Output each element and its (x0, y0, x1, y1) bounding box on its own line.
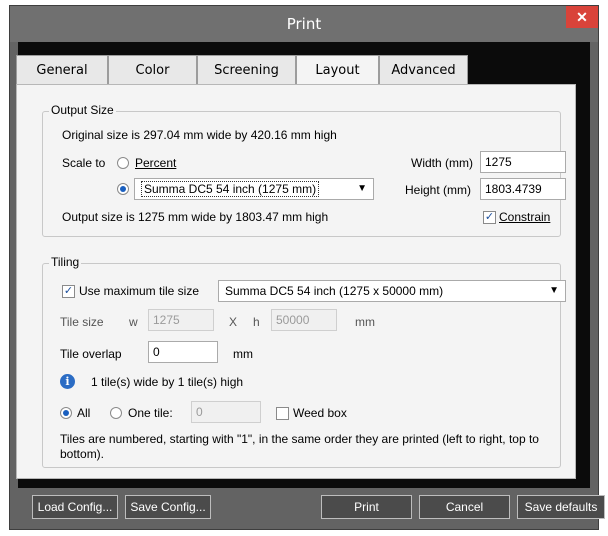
title-bar[interactable]: Print ✕ (10, 6, 598, 42)
tab-layout[interactable]: Layout (296, 55, 379, 85)
output-size-legend: Output Size (49, 103, 116, 117)
tiling-note-line2: bottom). (60, 447, 105, 461)
weed-box-checkbox[interactable] (276, 407, 289, 420)
one-tile-radio[interactable] (110, 407, 122, 419)
percent-label[interactable]: Percent (135, 156, 176, 170)
constrain-label[interactable]: Constrain (499, 210, 550, 224)
tab-screening[interactable]: Screening (197, 55, 296, 85)
weed-box-label[interactable]: Weed box (293, 406, 347, 420)
output-size-text: Output size is 1275 mm wide by 1803.47 m… (62, 210, 329, 224)
tile-overlap-unit: mm (233, 347, 253, 361)
tile-size-select-value: Summa DC5 54 inch (1275 x 50000 mm) (225, 284, 444, 298)
use-max-tile-checkbox[interactable]: ✓ (62, 285, 75, 298)
print-button[interactable]: Print (321, 495, 412, 519)
one-tile-field[interactable]: 0 (191, 401, 261, 423)
tab-advanced[interactable]: Advanced (379, 55, 468, 85)
device-select[interactable]: Summa DC5 54 inch (1275 mm) ▼ (134, 178, 374, 200)
layout-panel: Output Size Original size is 297.04 mm w… (16, 84, 576, 479)
use-max-tile-label[interactable]: Use maximum tile size (79, 284, 199, 298)
scale-to-label: Scale to (62, 156, 106, 170)
tile-width-label: w (129, 315, 138, 329)
tiling-note-line1: Tiles are numbered, starting with "1", i… (60, 432, 539, 446)
tile-size-unit: mm (355, 315, 375, 329)
tile-height-label: h (253, 315, 260, 329)
device-select-value: Summa DC5 54 inch (1275 mm) (141, 181, 320, 197)
tile-overlap-field[interactable]: 0 (148, 341, 218, 363)
width-field[interactable]: 1275 (480, 151, 566, 173)
save-config-button[interactable]: Save Config... (125, 495, 211, 519)
device-radio[interactable] (117, 183, 129, 195)
tile-size-select[interactable]: Summa DC5 54 inch (1275 x 50000 mm) ▼ (218, 280, 566, 302)
tile-width-field[interactable]: 1275 (148, 309, 214, 331)
tiling-legend: Tiling (49, 255, 82, 269)
original-size-text: Original size is 297.04 mm wide by 420.1… (62, 128, 337, 142)
tile-overlap-label: Tile overlap (60, 347, 122, 361)
load-config-button[interactable]: Load Config... (32, 495, 118, 519)
tile-count-text: 1 tile(s) wide by 1 tile(s) high (91, 375, 244, 389)
tile-size-label: Tile size (60, 315, 104, 329)
tile-x-label: X (229, 315, 238, 329)
close-button[interactable]: ✕ (566, 6, 598, 28)
tile-height-field[interactable]: 50000 (271, 309, 337, 331)
window-title: Print (286, 15, 322, 33)
height-label: Height (mm) (405, 183, 472, 197)
tab-color[interactable]: Color (108, 55, 197, 85)
all-tiles-label[interactable]: All (77, 406, 90, 420)
save-defaults-button[interactable]: Save defaults (517, 495, 605, 519)
info-icon: i (60, 374, 75, 389)
percent-radio[interactable] (117, 157, 129, 169)
one-tile-label[interactable]: One tile: (128, 406, 173, 420)
cancel-button[interactable]: Cancel (419, 495, 510, 519)
tab-general[interactable]: General (16, 55, 108, 85)
constrain-checkbox[interactable]: ✓ (483, 211, 496, 224)
chevron-down-icon: ▼ (357, 183, 367, 194)
all-tiles-radio[interactable] (60, 407, 72, 419)
chevron-down-icon: ▼ (549, 285, 559, 296)
height-field[interactable]: 1803.4739 (480, 178, 566, 200)
width-label: Width (mm) (411, 156, 473, 170)
